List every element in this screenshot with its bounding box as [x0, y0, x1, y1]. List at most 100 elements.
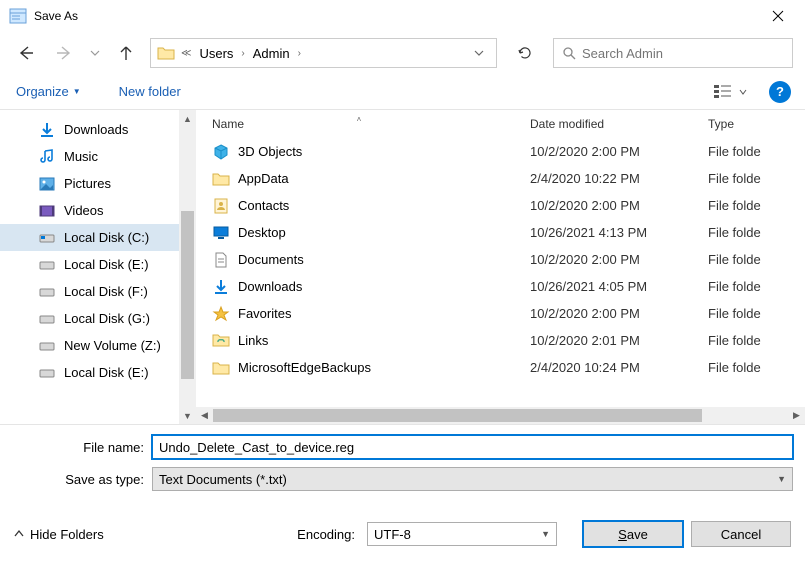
chevron-down-icon: ▼	[73, 87, 81, 96]
scroll-down-icon[interactable]: ▼	[179, 407, 196, 424]
tree-item-local-disk-f-[interactable]: Local Disk (F:)	[0, 278, 196, 305]
disk-icon	[38, 364, 56, 382]
disk-icon	[38, 256, 56, 274]
breadcrumb-users[interactable]: Users	[197, 46, 235, 61]
footer: Hide Folders Encoding: UTF-8 ▼ Save Canc…	[0, 503, 805, 559]
file-name: MicrosoftEdgeBackups	[238, 360, 371, 375]
file-row[interactable]: MicrosoftEdgeBackups2/4/2020 10:24 PMFil…	[196, 354, 805, 381]
cancel-button[interactable]: Cancel	[691, 521, 791, 547]
folder-icon	[212, 170, 230, 188]
tree-item-local-disk-e-[interactable]: Local Disk (E:)	[0, 359, 196, 386]
file-row[interactable]: Desktop 10/26/2021 4:13 PMFile folde	[196, 219, 805, 246]
disk-icon	[38, 310, 56, 328]
column-name-label: Name	[212, 117, 244, 131]
file-row[interactable]: AppData2/4/2020 10:22 PMFile folde	[196, 165, 805, 192]
file-type: File folde	[700, 144, 805, 159]
chevron-down-icon: ▼	[777, 474, 786, 484]
download-icon	[212, 278, 230, 296]
file-row[interactable]: 3D Objects10/2/2020 2:00 PMFile folde	[196, 138, 805, 165]
address-bar[interactable]: ≪ Users › Admin ›	[150, 38, 497, 68]
file-name-input[interactable]	[152, 435, 793, 459]
file-row[interactable]: Documents10/2/2020 2:00 PMFile folde	[196, 246, 805, 273]
tree-item-local-disk-g-[interactable]: Local Disk (G:)	[0, 305, 196, 332]
file-type: File folde	[700, 306, 805, 321]
close-button[interactable]	[755, 0, 801, 32]
view-options[interactable]	[709, 81, 751, 103]
tree-item-label: New Volume (Z:)	[64, 338, 161, 353]
nav-tree: Downloads Music Pictures Videos Local Disk (…	[0, 110, 196, 424]
3d-icon	[212, 143, 230, 161]
forward-button[interactable]	[50, 39, 78, 67]
column-date[interactable]: Date modified	[522, 117, 700, 131]
file-name-label: File name:	[12, 440, 152, 455]
pictures-icon	[38, 175, 56, 193]
scroll-right-icon[interactable]: ▶	[788, 410, 805, 421]
save-label-rest: ave	[627, 527, 648, 542]
chevron-down-icon: ▼	[541, 529, 550, 539]
tree-item-downloads[interactable]: Downloads	[0, 116, 196, 143]
organize-label: Organize	[16, 84, 69, 99]
tree-item-label: Downloads	[64, 122, 128, 137]
file-date: 10/2/2020 2:00 PM	[522, 306, 700, 321]
file-list: ˄ Name Date modified Type 3D Objects10/2…	[196, 110, 805, 424]
file-row[interactable]: Downloads10/26/2021 4:05 PMFile folde	[196, 273, 805, 300]
save-button[interactable]: Save	[583, 521, 683, 547]
tree-item-local-disk-c-[interactable]: Local Disk (C:)	[0, 224, 196, 251]
help-button[interactable]: ?	[769, 81, 791, 103]
videos-icon	[38, 202, 56, 220]
tree-item-pictures[interactable]: Pictures	[0, 170, 196, 197]
search-box[interactable]	[553, 38, 793, 68]
file-row[interactable]: Favorites10/2/2020 2:00 PMFile folde	[196, 300, 805, 327]
scroll-thumb[interactable]	[181, 211, 194, 379]
contacts-icon	[212, 197, 230, 215]
documents-icon	[212, 251, 230, 269]
scroll-left-icon[interactable]: ◀	[196, 410, 213, 421]
file-date: 2/4/2020 10:24 PM	[522, 360, 700, 375]
tree-item-label: Videos	[64, 203, 104, 218]
chevron-down-icon	[739, 88, 747, 96]
encoding-combo[interactable]: UTF-8 ▼	[367, 522, 557, 546]
tree-item-videos[interactable]: Videos	[0, 197, 196, 224]
tree-item-music[interactable]: Music	[0, 143, 196, 170]
file-type: File folde	[700, 333, 805, 348]
file-date: 10/2/2020 2:00 PM	[522, 252, 700, 267]
sort-asc-icon: ˄	[357, 115, 362, 124]
save-type-value: Text Documents (*.txt)	[159, 472, 287, 487]
file-name: Desktop	[238, 225, 286, 240]
scroll-up-icon[interactable]: ▲	[179, 110, 196, 127]
tree-item-new-volume-z-[interactable]: New Volume (Z:)	[0, 332, 196, 359]
file-type: File folde	[700, 225, 805, 240]
list-hscrollbar[interactable]: ◀ ▶	[196, 407, 805, 424]
app-icon	[8, 6, 28, 26]
column-name[interactable]: ˄ Name	[196, 117, 522, 131]
tree-item-label: Pictures	[64, 176, 111, 191]
window-title: Save As	[34, 9, 755, 23]
search-input[interactable]	[582, 46, 784, 61]
address-dropdown[interactable]	[468, 48, 490, 58]
file-row[interactable]: Links10/2/2020 2:01 PMFile folde	[196, 327, 805, 354]
refresh-button[interactable]	[507, 38, 543, 68]
up-button[interactable]	[112, 39, 140, 67]
new-folder-button[interactable]: New folder	[119, 84, 181, 99]
file-date: 10/2/2020 2:01 PM	[522, 333, 700, 348]
disk-os-icon	[38, 229, 56, 247]
back-button[interactable]	[12, 39, 40, 67]
hide-folders-toggle[interactable]: Hide Folders	[14, 527, 104, 542]
hscroll-thumb[interactable]	[213, 409, 702, 422]
file-date: 10/26/2021 4:05 PM	[522, 279, 700, 294]
file-name: Documents	[238, 252, 304, 267]
form-area: File name: Save as type: Text Documents …	[0, 425, 805, 503]
file-row[interactable]: Contacts10/2/2020 2:00 PMFile folde	[196, 192, 805, 219]
tree-scrollbar[interactable]: ▲ ▼	[179, 110, 196, 424]
tree-item-label: Local Disk (F:)	[64, 284, 148, 299]
file-date: 10/2/2020 2:00 PM	[522, 144, 700, 159]
organize-menu[interactable]: Organize ▼	[14, 80, 83, 103]
search-icon	[562, 46, 576, 60]
breadcrumb-admin[interactable]: Admin	[251, 46, 292, 61]
titlebar: Save As	[0, 0, 805, 32]
save-type-combo[interactable]: Text Documents (*.txt) ▼	[152, 467, 793, 491]
column-type[interactable]: Type	[700, 117, 805, 131]
recent-dropdown[interactable]	[88, 39, 102, 67]
tree-item-local-disk-e-[interactable]: Local Disk (E:)	[0, 251, 196, 278]
file-date: 10/26/2021 4:13 PM	[522, 225, 700, 240]
